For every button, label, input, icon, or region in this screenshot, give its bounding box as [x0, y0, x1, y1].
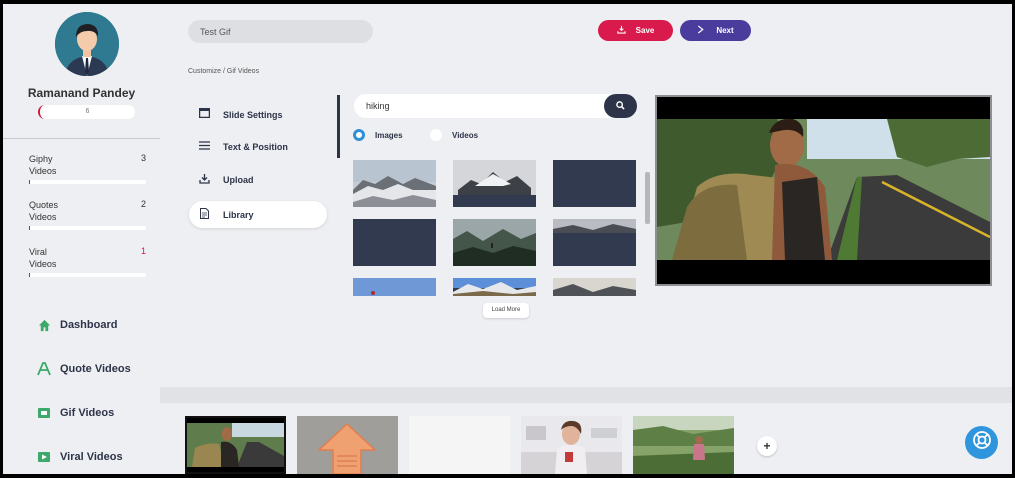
stat-label: Quotes Videos [29, 200, 59, 222]
save-label: Save [635, 26, 655, 35]
library-thumbnail[interactable] [453, 160, 536, 207]
breadcrumb: Customize / Gif Videos [188, 68, 260, 75]
project-title-input[interactable] [188, 20, 373, 43]
app-window: Ramanand Pandey 6 Giphy Videos 3 Quotes … [3, 4, 1012, 474]
menu-lines-icon [199, 140, 210, 153]
nav-label: Dashboard [60, 319, 118, 331]
timeline-clip-selected[interactable] [185, 416, 286, 474]
library-thumbnail[interactable] [453, 278, 536, 296]
nav-quote-videos[interactable]: Quote Videos [37, 358, 131, 380]
sidebar: Ramanand Pandey 6 Giphy Videos 3 Quotes … [3, 4, 160, 474]
stat-progress-bar [29, 273, 146, 277]
timeline-clip[interactable] [297, 416, 398, 474]
stat-quotes-videos: Quotes Videos 2 [29, 199, 146, 230]
radio-videos[interactable]: Videos [430, 129, 478, 141]
search-button[interactable] [604, 94, 637, 118]
stat-progress-bar [29, 180, 146, 184]
menu-library[interactable]: Library [189, 201, 327, 228]
username: Ramanand Pandey [27, 86, 136, 100]
slide-icon [198, 107, 211, 121]
radio-button[interactable] [430, 129, 442, 141]
load-more-button[interactable]: Load More [483, 303, 529, 318]
radio-label: Videos [452, 130, 479, 140]
timeline-clip[interactable] [521, 416, 622, 474]
library-thumbnail[interactable] [553, 278, 636, 296]
gif-icon [37, 406, 51, 420]
help-button[interactable] [965, 426, 998, 459]
menu-text-position[interactable]: Text & Position [189, 133, 327, 160]
library-thumbnail[interactable] [553, 219, 636, 266]
timeline-clip-empty[interactable] [409, 416, 510, 474]
plus-icon: + [763, 439, 771, 453]
stat-count: 1 [140, 246, 146, 256]
library-thumbnail[interactable] [353, 278, 436, 296]
next-button[interactable]: Next [680, 20, 751, 41]
stat-count: 2 [140, 199, 146, 209]
timeline-header [160, 387, 1012, 403]
library-scrollbar[interactable] [645, 172, 650, 224]
radio-label: Images [375, 130, 403, 140]
menu-slide-settings[interactable]: Slide Settings [189, 101, 327, 128]
chevron-right-icon [697, 25, 705, 36]
nav-dashboard[interactable]: Dashboard [37, 314, 117, 336]
video-preview[interactable] [655, 95, 992, 286]
library-thumbnail[interactable] [453, 219, 536, 266]
credits-indicator: 6 [38, 105, 135, 119]
stat-label: Viral Videos [29, 247, 57, 269]
radio-button-selected[interactable] [353, 129, 365, 141]
next-label: Next [716, 26, 734, 35]
menu-upload[interactable]: Upload [189, 166, 327, 193]
stat-label: Giphy Videos [29, 154, 57, 176]
panel-divider [337, 95, 340, 158]
library-thumbnail[interactable] [553, 160, 636, 207]
nav-label: Gif Videos [60, 407, 115, 419]
search-bar [354, 94, 637, 118]
stat-viral-videos: Viral Videos 1 [29, 246, 146, 277]
video-icon [37, 450, 51, 464]
stat-progress-bar [29, 226, 146, 230]
document-icon [199, 207, 210, 222]
nav-label: Viral Videos [60, 451, 123, 463]
download-icon [617, 25, 626, 36]
menu-label: Text & Position [223, 141, 288, 152]
nav-viral-videos[interactable]: Viral Videos [37, 446, 123, 468]
stat-giphy-videos: Giphy Videos 3 [29, 153, 146, 184]
search-icon [616, 97, 625, 115]
home-icon [37, 318, 51, 332]
sidebar-divider [3, 138, 160, 139]
save-button[interactable]: Save [598, 20, 673, 41]
quote-letter-icon [37, 362, 51, 376]
stat-count: 3 [140, 153, 146, 163]
search-input[interactable] [366, 98, 586, 114]
menu-label: Library [223, 209, 254, 220]
add-clip-button[interactable]: + [757, 436, 777, 456]
library-thumbnail[interactable] [353, 219, 436, 266]
nav-gif-videos[interactable]: Gif Videos [37, 402, 114, 424]
menu-label: Slide Settings [223, 109, 283, 120]
nav-label: Quote Videos [60, 363, 131, 375]
radio-images[interactable]: Images [353, 129, 403, 141]
avatar[interactable] [55, 12, 119, 76]
timeline-clip[interactable] [633, 416, 734, 474]
menu-label: Upload [223, 174, 254, 185]
library-thumbnail[interactable] [353, 160, 436, 207]
lifebuoy-icon [972, 430, 992, 455]
upload-icon [199, 173, 210, 187]
